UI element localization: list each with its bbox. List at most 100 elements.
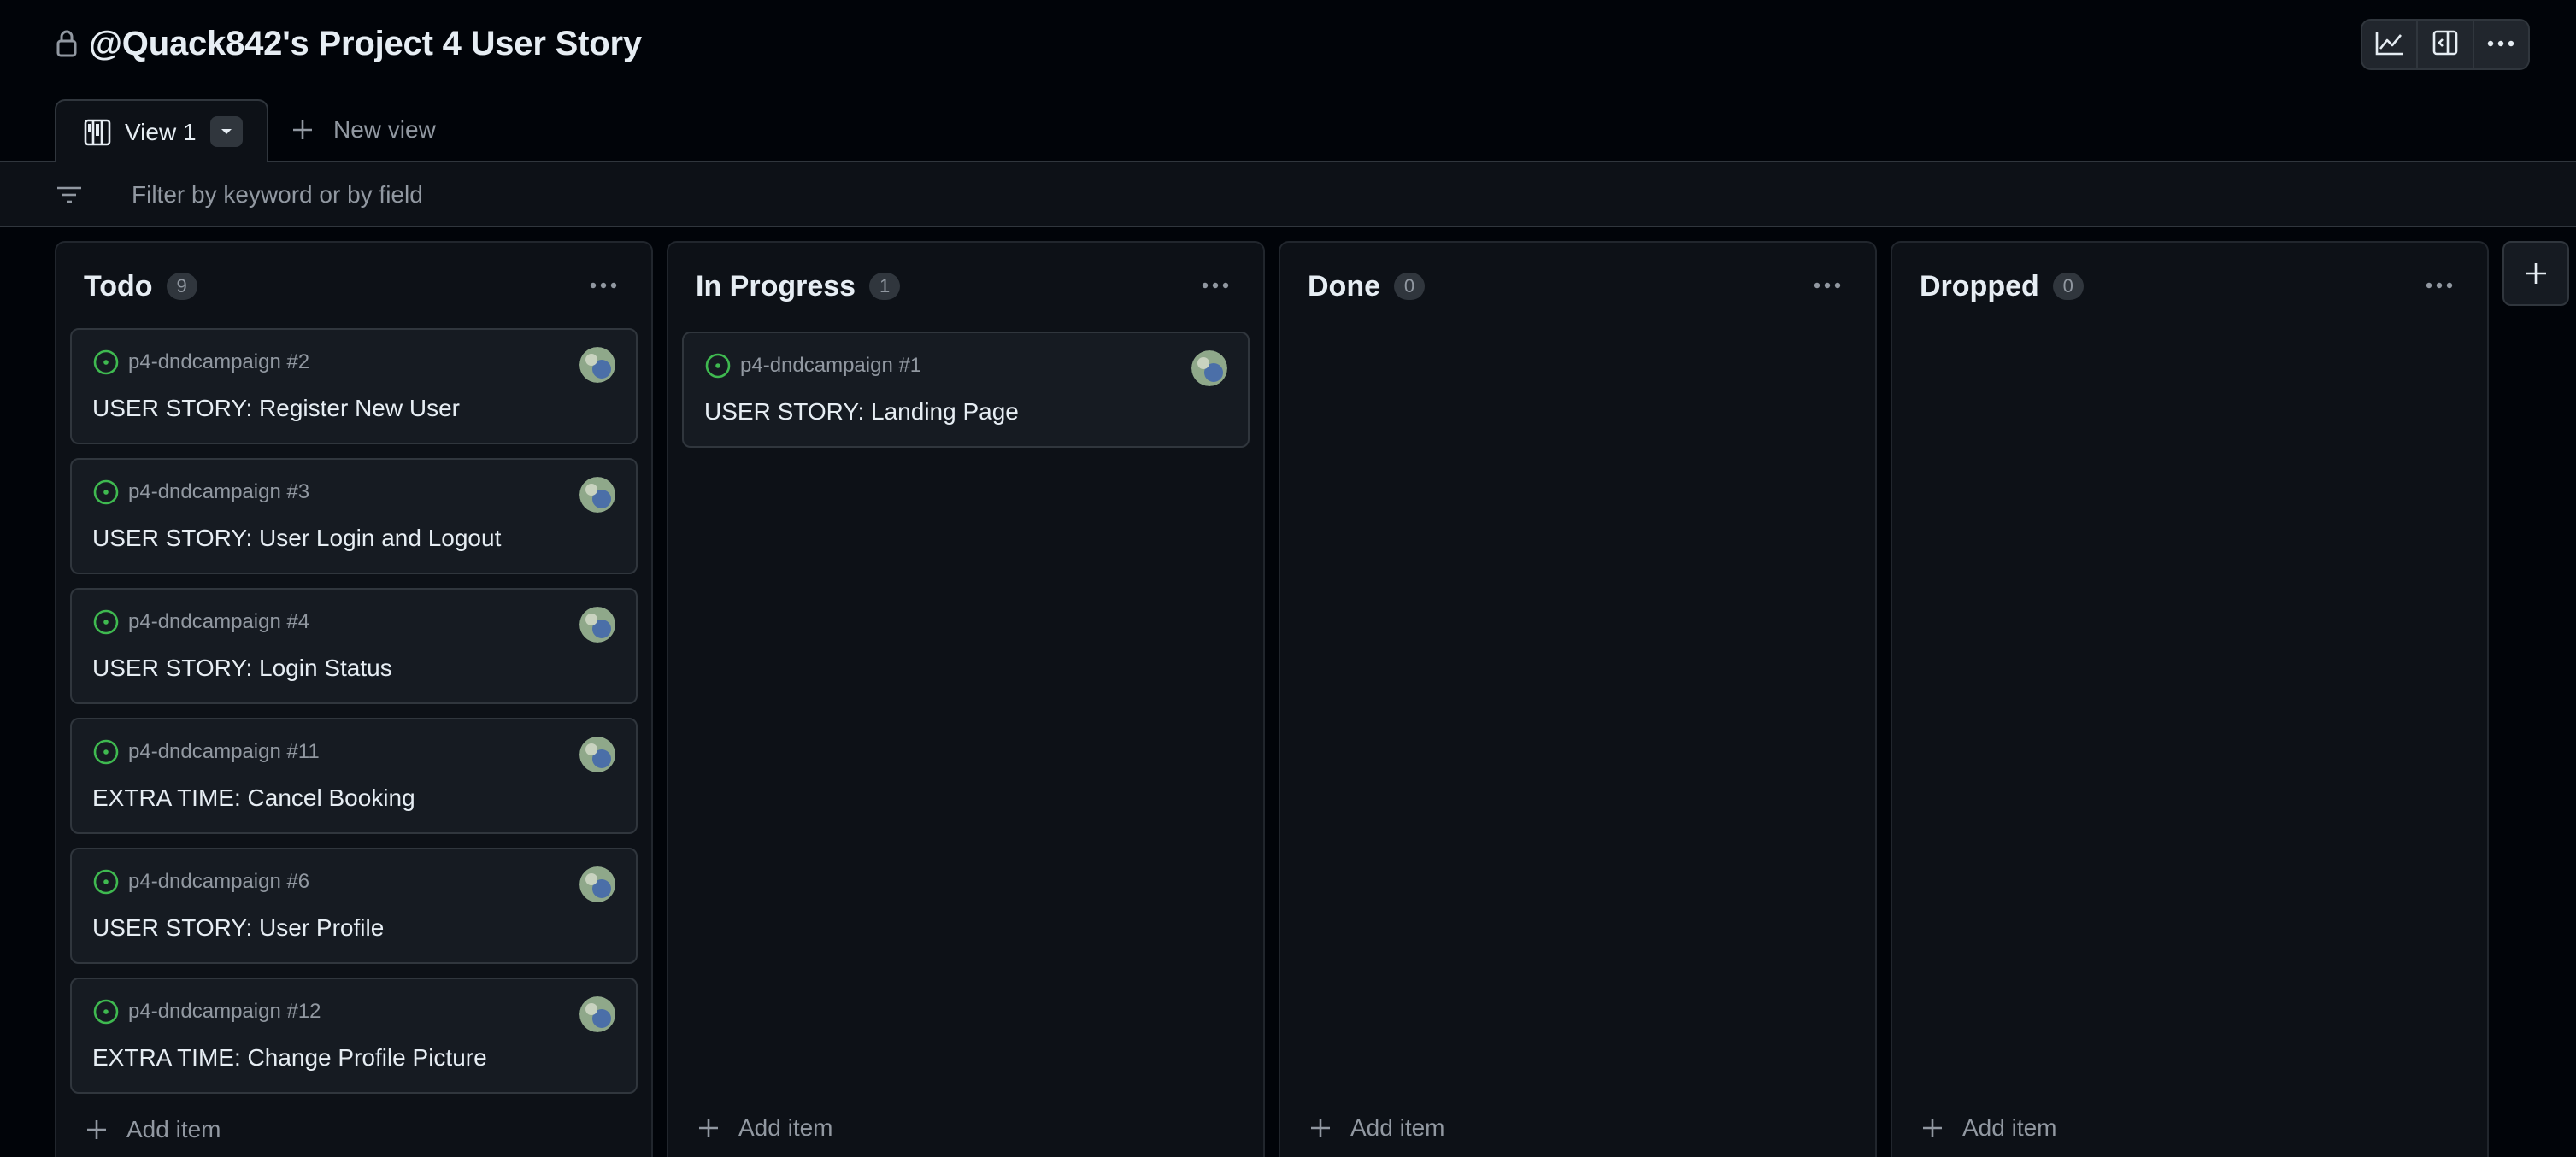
column-menu-button[interactable]: [1197, 268, 1234, 302]
filter-bar: Filter by keyword or by field: [0, 162, 2576, 227]
project-title[interactable]: @Quack842's Project 4 User Story: [89, 25, 642, 63]
card-repo: p4-dndcampaign #1: [704, 349, 921, 383]
triangle-down-icon: [221, 129, 232, 134]
add-item-button[interactable]: Add item: [1309, 1109, 1445, 1147]
plus-icon: [291, 118, 315, 142]
plus-icon: [697, 1117, 720, 1139]
issue-opened-icon: [92, 479, 120, 506]
column-header: Todo 9: [84, 267, 197, 306]
column-header: In Progress 1: [696, 267, 901, 306]
issue-card[interactable]: p4-dndcampaign #3 USER STORY: User Login…: [70, 458, 638, 574]
kebab-horizontal-icon: [1202, 282, 1229, 289]
issue-card[interactable]: p4-dndcampaign #6 USER STORY: User Profi…: [70, 848, 638, 964]
issue-opened-icon: [92, 868, 120, 896]
card-repo-label[interactable]: p4-dndcampaign #2: [128, 350, 309, 374]
card-title[interactable]: USER STORY: Landing Page: [704, 395, 1019, 429]
project-header: @Quack842's Project 4 User Story View 1 …: [0, 0, 2576, 227]
card-title[interactable]: USER STORY: Login Status: [92, 651, 392, 685]
sidebar-icon: [2432, 29, 2459, 61]
view-tabs: View 1 New view: [0, 97, 2576, 164]
card-repo-label[interactable]: p4-dndcampaign #1: [740, 354, 921, 378]
card-repo: p4-dndcampaign #2: [92, 345, 309, 379]
issue-card[interactable]: p4-dndcampaign #11 EXTRA TIME: Cancel Bo…: [70, 718, 638, 834]
avatar[interactable]: [579, 866, 615, 902]
tab-label: View 1: [125, 119, 197, 145]
top-actions: [2361, 19, 2530, 70]
new-view-button[interactable]: New view: [291, 113, 436, 147]
insights-button[interactable]: [2362, 21, 2419, 68]
issue-opened-icon: [92, 608, 120, 636]
card-title[interactable]: USER STORY: User Profile: [92, 911, 384, 945]
column-todo: Todo 9 p4-dndcampaign #2 USER STORY: Reg…: [55, 241, 653, 1157]
avatar[interactable]: [579, 737, 615, 772]
card-repo: p4-dndcampaign #12: [92, 995, 321, 1029]
avatar[interactable]: [579, 996, 615, 1032]
card-repo: p4-dndcampaign #3: [92, 475, 309, 509]
add-item-button[interactable]: Add item: [1921, 1109, 2057, 1147]
column-title: In Progress: [696, 269, 856, 302]
side-panel-button[interactable]: [2418, 21, 2474, 68]
issue-card[interactable]: p4-dndcampaign #1 USER STORY: Landing Pa…: [682, 332, 1250, 448]
card-title[interactable]: USER STORY: User Login and Logout: [92, 521, 501, 555]
plus-icon: [2526, 263, 2546, 284]
tab-view-1[interactable]: View 1: [55, 99, 268, 164]
lock-icon: [55, 29, 79, 58]
title-row: @Quack842's Project 4 User Story: [55, 19, 642, 68]
issue-opened-icon: [92, 738, 120, 766]
column-header: Dropped 0: [1920, 267, 2084, 306]
issue-card[interactable]: p4-dndcampaign #12 EXTRA TIME: Change Pr…: [70, 978, 638, 1094]
card-repo-label[interactable]: p4-dndcampaign #3: [128, 480, 309, 504]
new-view-label: New view: [333, 116, 436, 143]
board: Todo 9 p4-dndcampaign #2 USER STORY: Reg…: [0, 227, 2576, 1157]
add-item-button[interactable]: Add item: [85, 1111, 221, 1148]
add-item-label: Add item: [126, 1116, 221, 1142]
card-repo: p4-dndcampaign #11: [92, 735, 320, 769]
issue-opened-icon: [92, 349, 120, 376]
column-menu-button[interactable]: [585, 268, 622, 302]
filter-input[interactable]: Filter by keyword or by field: [132, 178, 423, 212]
avatar[interactable]: [579, 477, 615, 513]
card-repo-label[interactable]: p4-dndcampaign #4: [128, 610, 309, 634]
project-board-app: @Quack842's Project 4 User Story View 1 …: [0, 0, 2576, 1157]
filter-icon[interactable]: [55, 181, 84, 208]
view-options-dropdown[interactable]: [210, 116, 243, 147]
column-dropped: Dropped 0 Add item: [1891, 241, 2489, 1157]
issue-opened-icon: [92, 998, 120, 1025]
column-in-progress: In Progress 1 p4-dndcampaign #1 USER STO…: [667, 241, 1265, 1157]
card-repo-label[interactable]: p4-dndcampaign #12: [128, 1000, 321, 1024]
plus-icon: [1309, 1117, 1332, 1139]
column-menu-button[interactable]: [1808, 268, 1846, 302]
card-title[interactable]: EXTRA TIME: Cancel Booking: [92, 781, 415, 815]
column-title: Done: [1308, 269, 1380, 302]
issue-card[interactable]: p4-dndcampaign #4 USER STORY: Login Stat…: [70, 588, 638, 704]
kebab-horizontal-icon: [2426, 282, 2453, 289]
board-layout-icon: [84, 119, 111, 146]
issue-card[interactable]: p4-dndcampaign #2 USER STORY: Register N…: [70, 328, 638, 444]
column-count-badge: 0: [2052, 273, 2084, 300]
column-count-badge: 9: [166, 273, 197, 300]
avatar[interactable]: [579, 347, 615, 383]
plus-icon: [85, 1119, 108, 1141]
add-item-button[interactable]: Add item: [697, 1109, 833, 1147]
graph-icon: [2375, 30, 2404, 60]
avatar[interactable]: [1191, 350, 1227, 386]
kebab-horizontal-icon: [1814, 282, 1841, 289]
kebab-horizontal-icon: [590, 282, 617, 289]
column-count-badge: 1: [869, 273, 901, 300]
plus-icon: [1921, 1117, 1944, 1139]
card-repo-label[interactable]: p4-dndcampaign #11: [128, 740, 320, 764]
more-options-button[interactable]: [2474, 21, 2528, 68]
kebab-horizontal-icon: [2486, 37, 2515, 52]
card-repo: p4-dndcampaign #4: [92, 605, 309, 639]
column-done: Done 0 Add item: [1279, 241, 1877, 1157]
column-header: Done 0: [1308, 267, 1425, 306]
column-title: Todo: [84, 269, 153, 302]
add-column-button[interactable]: [2502, 241, 2569, 306]
card-title[interactable]: EXTRA TIME: Change Profile Picture: [92, 1041, 487, 1075]
avatar[interactable]: [579, 607, 615, 643]
card-repo-label[interactable]: p4-dndcampaign #6: [128, 870, 309, 894]
column-title: Dropped: [1920, 269, 2039, 302]
add-item-label: Add item: [1962, 1114, 2057, 1141]
card-title[interactable]: USER STORY: Register New User: [92, 391, 460, 426]
column-menu-button[interactable]: [2420, 268, 2458, 302]
